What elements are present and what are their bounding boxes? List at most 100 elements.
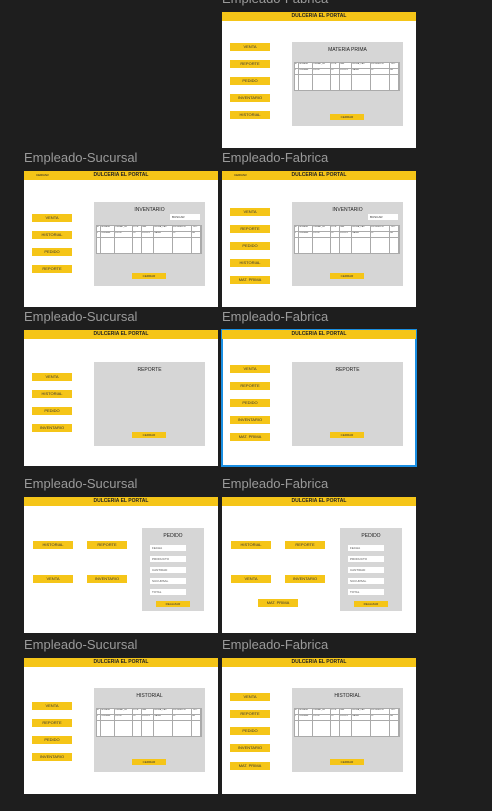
panel-title: HISTORIAL	[334, 693, 361, 699]
nav-inventario[interactable]: INVENTARIO	[32, 424, 72, 432]
nav-venta[interactable]: VENTA	[231, 575, 271, 583]
total-field[interactable]: TOTAL	[150, 589, 186, 595]
panel-title: MATERIA PRIMA	[328, 47, 367, 53]
frame-reporte-fabrica-selected[interactable]: DULCERIA EL PORTAL VENTA REPORTE PEDIDO …	[221, 329, 417, 467]
nav-venta[interactable]: VENTA	[32, 373, 72, 381]
app-title: DULCERIA EL PORTAL	[291, 498, 347, 504]
cerrar-link[interactable]: CERRAR	[234, 173, 247, 177]
frame-label: Empleado-Sucursal	[24, 309, 138, 324]
cerrar-button[interactable]: CERRAR	[132, 273, 166, 279]
frame-label: Empleado-Sucursal	[24, 637, 138, 652]
frame-reporte-sucursal: DULCERIA EL PORTAL VENTA HISTORIAL PEDID…	[24, 330, 218, 466]
sucursal-field[interactable]: SUCURSAL	[150, 578, 186, 584]
realizar-button[interactable]: REALIZAR	[354, 601, 388, 607]
cerrar-button[interactable]: CERRAR	[132, 432, 166, 438]
frame-label: Empleado-Fabrica	[222, 637, 329, 652]
fecha-field[interactable]: FECHA	[150, 545, 186, 551]
pedido-form: PEDIDO FECHA PRODUCTO CANTIDAD SUCURSAL …	[142, 528, 204, 611]
nav-inventario[interactable]: INVENTARIO	[230, 416, 270, 424]
nav-historial[interactable]: HISTORIAL	[231, 541, 271, 549]
nav-pedido[interactable]: PEDIDO	[32, 736, 72, 744]
frame-label: Empleado-Fabrica	[222, 309, 329, 324]
nav-venta[interactable]: VENTA	[32, 702, 72, 710]
app-title: DULCERIA EL PORTAL	[291, 13, 347, 19]
nav-mat-prima[interactable]: MAT. PRIMA	[230, 276, 270, 284]
nav-inventario[interactable]: INVENTARIO	[230, 744, 270, 752]
app-title: DULCERIA EL PORTAL	[291, 659, 347, 665]
content-panel: HISTORIAL ID NOMBRE UNIDAD_DE LOTE CAN FECHA…	[292, 688, 403, 772]
nav-historial[interactable]: HISTORIAL	[32, 390, 72, 398]
panel-title: HISTORIAL	[136, 693, 163, 699]
nav-pedido[interactable]: PEDIDO	[230, 242, 270, 250]
nav-reporte[interactable]: REPORTE	[87, 541, 127, 549]
frame-pedido-sucursal: DULCERIA EL PORTAL HISTORIAL REPORTE VEN…	[24, 497, 218, 633]
panel-title: REPORTE	[335, 367, 360, 373]
cerrar-link[interactable]: CERRAR	[36, 173, 49, 177]
search-input[interactable]: BUSCAR	[170, 214, 200, 220]
nav-historial[interactable]: HISTORIAL	[230, 259, 270, 267]
nav-historial[interactable]: HISTORIAL	[32, 231, 72, 239]
nav-inventario[interactable]: INVENTARIO	[32, 753, 72, 761]
cantidad-field[interactable]: CANTIDAD	[348, 567, 384, 573]
nav-mat-prima[interactable]: MAT. PRIMA	[258, 599, 298, 607]
nav-mat-prima[interactable]: MAT. PRIMA	[230, 433, 270, 441]
nav-reporte[interactable]: REPORTE	[32, 719, 72, 727]
nav-venta[interactable]: VENTA	[230, 208, 270, 216]
nav-venta[interactable]: VENTA	[33, 575, 73, 583]
nav-pedido[interactable]: PEDIDO	[32, 248, 72, 256]
nav-inventario[interactable]: INVENTARIO	[285, 575, 325, 583]
app-title: DULCERIA EL PORTAL	[93, 172, 149, 178]
cerrar-button[interactable]: CERRAR	[132, 759, 166, 765]
frame-label: Empleado-Fabrica	[222, 0, 328, 6]
nav-venta[interactable]: VENTA	[230, 43, 270, 51]
nav-reporte[interactable]: REPORTE	[230, 60, 270, 68]
nav-historial[interactable]: HISTORIAL	[230, 111, 270, 119]
producto-field[interactable]: PRODUCTO	[150, 556, 186, 562]
cerrar-button[interactable]: CERRAR	[330, 759, 364, 765]
cerrar-button[interactable]: CERRAR	[330, 114, 364, 120]
app-title: DULCERIA EL PORTAL	[93, 659, 149, 665]
nav-reporte[interactable]: REPORTE	[230, 710, 270, 718]
frame-materia-prima-fabrica: DULCERIA EL PORTAL VENTA REPORTE PEDIDO …	[222, 12, 416, 148]
data-table: ID NOMBRE UNIDAD_DE LOTE CAN FECHA_CAD PROVEE…	[293, 708, 400, 737]
frame-inventario-sucursal: DULCERIA EL PORTAL CERRAR VENTA HISTORIA…	[24, 171, 218, 307]
frame-inventario-fabrica: DULCERIA EL PORTAL CERRAR VENTA REPORTE …	[222, 171, 416, 307]
nav-inventario[interactable]: INVENTARIO	[230, 94, 270, 102]
app-title: DULCERIA EL PORTAL	[93, 498, 149, 504]
content-panel: REPORTE CERRAR	[292, 362, 403, 446]
nav-venta[interactable]: VENTA	[32, 214, 72, 222]
nav-reporte[interactable]: REPORTE	[230, 382, 270, 390]
nav-pedido[interactable]: PEDIDO	[230, 727, 270, 735]
producto-field[interactable]: PRODUCTO	[348, 556, 384, 562]
cerrar-button[interactable]: CERRAR	[330, 432, 364, 438]
total-field[interactable]: TOTAL	[348, 589, 384, 595]
nav-reporte[interactable]: REPORTE	[230, 225, 270, 233]
nav-pedido[interactable]: PEDIDO	[32, 407, 72, 415]
cerrar-button[interactable]: CERRAR	[330, 273, 364, 279]
nav-historial[interactable]: HISTORIAL	[33, 541, 73, 549]
nav-inventario[interactable]: INVENTARIO	[87, 575, 127, 583]
fecha-field[interactable]: FECHA	[348, 545, 384, 551]
frame-label: Empleado-Fabrica	[222, 476, 329, 491]
nav-pedido[interactable]: PEDIDO	[230, 399, 270, 407]
frame-pedido-fabrica: DULCERIA EL PORTAL HISTORIAL REPORTE VEN…	[222, 497, 416, 633]
content-panel: HISTORIAL ID NOMBRE UNIDAD_DE LOTE CAN FECHA…	[94, 688, 205, 772]
frame-historial-sucursal: DULCERIA EL PORTAL VENTA REPORTE PEDIDO …	[24, 658, 218, 794]
frame-historial-fabrica: DULCERIA EL PORTAL VENTA REPORTE PEDIDO …	[222, 658, 416, 794]
nav-reporte[interactable]: REPORTE	[285, 541, 325, 549]
nav-venta[interactable]: VENTA	[230, 365, 270, 373]
nav-mat-prima[interactable]: MAT. PRIMA	[230, 762, 270, 770]
panel-title: INVENTARIO	[332, 207, 363, 213]
nav-pedido[interactable]: PEDIDO	[230, 77, 270, 85]
nav-venta[interactable]: VENTA	[230, 693, 270, 701]
frame-label: Empleado-Sucursal	[24, 150, 138, 165]
realizar-button[interactable]: REALIZAR	[156, 601, 190, 607]
search-input[interactable]: BUSCAR	[368, 214, 398, 220]
cantidad-field[interactable]: CANTIDAD	[150, 567, 186, 573]
nav-reporte[interactable]: REPORTE	[32, 265, 72, 273]
frame-label: Empleado-Sucursal	[24, 476, 138, 491]
data-table: ID NOMBRE UNIDAD_DE LOTE CAN FECHA_CAD PROVEE…	[293, 62, 400, 91]
panel-title: REPORTE	[137, 367, 162, 373]
sucursal-field[interactable]: SUCURSAL	[348, 578, 384, 584]
pedido-form: PEDIDO FECHA PRODUCTO CANTIDAD SUCURSAL …	[340, 528, 402, 611]
